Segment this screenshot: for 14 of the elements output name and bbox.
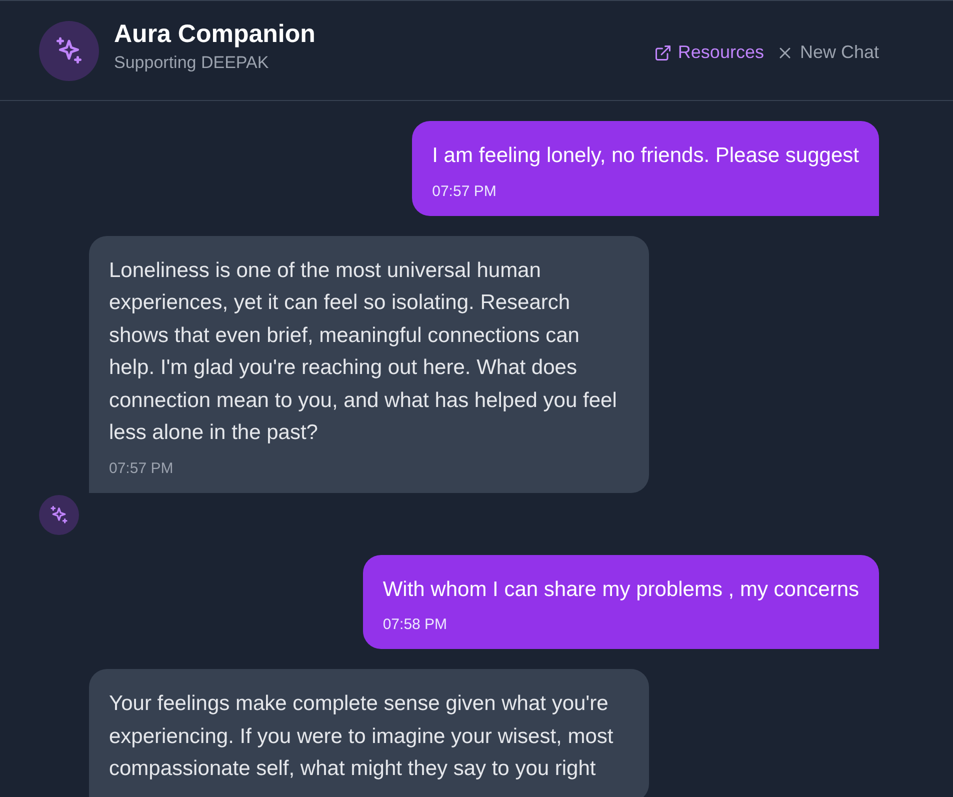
message-text: With whom I can share my problems , my concerns	[382, 576, 859, 602]
companion-name: Aura Companion	[114, 20, 316, 49]
external-link-icon	[654, 44, 672, 62]
resources-link[interactable]: Resources	[654, 42, 764, 63]
companion-subtitle: Supporting DEEPAK	[114, 53, 270, 73]
message-text: Your feelings make complete sense given what you're experiencing. If you were to imagine your wisest, most compassionate self, what might they say to you right	[109, 691, 614, 782]
message-time: 07:57 PM	[109, 460, 174, 476]
sparkles-icon	[49, 504, 69, 524]
message-time: 07:57 PM	[432, 182, 498, 200]
sparkles-icon	[54, 36, 84, 66]
message-text: Loneliness is one of the most universal human experiences, yet it can feel so isolating. Research shows that even brief, meaningful connections can help. I'm glad you're reaching out here. What does connection mean to you, and what has helped you feel less alone in the past?	[109, 258, 618, 446]
new-chat-button[interactable]: New Chat	[776, 42, 879, 63]
message-time: 07:58 PM	[382, 616, 448, 633]
message-text: I am feeling lonely, no friends. Please suggest	[432, 143, 859, 169]
